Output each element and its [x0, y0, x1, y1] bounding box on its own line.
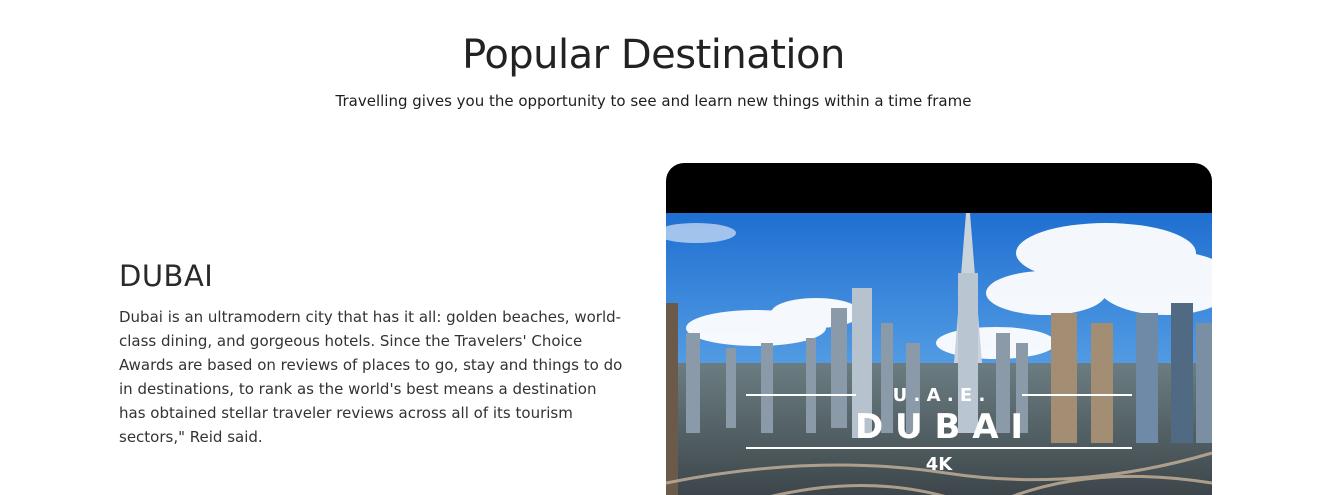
overlay-4k-badge: 4K [926, 454, 954, 475]
destination-name: DUBAI [119, 259, 214, 293]
dubai-video-thumbnail[interactable]: U . A . E . D U B A I 4K [666, 213, 1212, 495]
section-subtitle: Travelling gives you the opportunity to … [335, 92, 972, 110]
overlay-dubai-text: D U B A I [855, 407, 1023, 447]
section-title: Popular Destination [462, 32, 845, 78]
overlay-uae-text: U . A . E . [893, 385, 986, 406]
popular-destination-section: Popular Destination Travelling gives you… [0, 0, 1325, 495]
destination-description: Dubai is an ultramodern city that has it… [119, 308, 623, 446]
destination-video-card[interactable]: U . A . E . D U B A I 4K [666, 163, 1212, 495]
